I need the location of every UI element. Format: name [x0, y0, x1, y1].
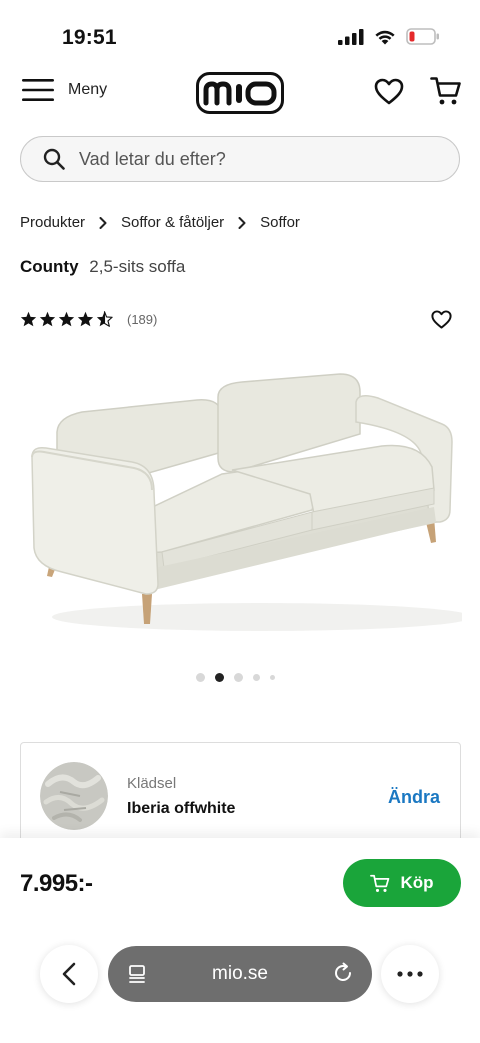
more-dots-icon — [397, 971, 423, 977]
product-title: County 2,5-sits soffa — [20, 257, 185, 277]
buy-button-label: Köp — [400, 873, 434, 892]
carousel-dot[interactable] — [234, 673, 243, 682]
carousel-dot[interactable] — [196, 673, 205, 682]
url-text: mio.se — [212, 963, 268, 984]
cellular-signal-icon — [338, 28, 364, 45]
wifi-icon — [375, 30, 395, 44]
status-bar: 19:51 — [0, 0, 480, 70]
buy-button[interactable]: Köp — [343, 859, 461, 907]
heart-icon — [431, 310, 452, 329]
search-icon — [43, 148, 65, 170]
browser-more-button[interactable] — [381, 945, 439, 1003]
star-icon — [77, 311, 94, 327]
page-menu-icon[interactable] — [128, 964, 148, 989]
top-navigation: Meny — [0, 70, 480, 118]
buy-bar: 7.995:- Köp — [0, 838, 480, 928]
change-upholstery-link[interactable]: Ändra — [388, 787, 440, 808]
cart-button[interactable] — [430, 76, 462, 111]
wishlist-button[interactable] — [374, 78, 404, 110]
address-bar[interactable]: mio.se — [108, 946, 372, 1002]
carousel-dot-active[interactable] — [215, 673, 224, 682]
star-icon — [20, 311, 37, 327]
star-icon — [39, 311, 56, 327]
half-star-icon — [96, 311, 113, 327]
battery-low-icon — [406, 28, 439, 45]
image-carousel-dots[interactable] — [196, 673, 275, 682]
status-icons — [338, 28, 440, 45]
rating-count: (189) — [127, 311, 158, 327]
product-name: County — [20, 257, 79, 276]
product-price: 7.995:- — [20, 870, 93, 897]
status-time: 19:51 — [62, 26, 117, 49]
upholstery-value: Iberia offwhite — [127, 800, 236, 817]
product-subtitle: 2,5-sits soffa — [89, 257, 186, 276]
hamburger-menu-icon — [22, 79, 54, 101]
star-icon — [58, 311, 75, 327]
upholstery-label: Klädsel — [127, 775, 177, 792]
chevron-left-icon — [62, 962, 76, 986]
cart-icon — [370, 874, 390, 892]
menu-label: Meny — [68, 81, 108, 98]
menu-button[interactable]: Meny — [22, 78, 107, 102]
breadcrumb-item-products[interactable]: Produkter — [20, 214, 85, 231]
reload-icon[interactable] — [332, 962, 354, 989]
breadcrumb-item-sofas-armchairs[interactable]: Soffor & fåtöljer — [121, 214, 224, 231]
search-input[interactable] — [79, 148, 419, 170]
mio-logo[interactable] — [196, 72, 284, 119]
product-image-sofa[interactable] — [22, 362, 472, 642]
browser-back-button[interactable] — [40, 945, 98, 1003]
cart-icon — [430, 77, 461, 105]
breadcrumb-item-sofas[interactable]: Soffor — [260, 214, 300, 231]
browser-toolbar: mio.se — [0, 928, 480, 1043]
chevron-right-icon — [99, 216, 107, 229]
carousel-dot[interactable] — [270, 675, 275, 680]
heart-icon — [374, 78, 404, 105]
breadcrumb: Produkter Soffor & fåtöljer Soffor — [20, 214, 300, 231]
fabric-swatch — [40, 762, 108, 830]
carousel-dot[interactable] — [253, 674, 260, 681]
chevron-right-icon — [238, 216, 246, 229]
product-rating[interactable]: (189) — [20, 311, 157, 327]
rating-stars — [20, 311, 113, 327]
search-bar[interactable] — [20, 136, 460, 182]
product-favorite-button[interactable] — [431, 310, 452, 334]
